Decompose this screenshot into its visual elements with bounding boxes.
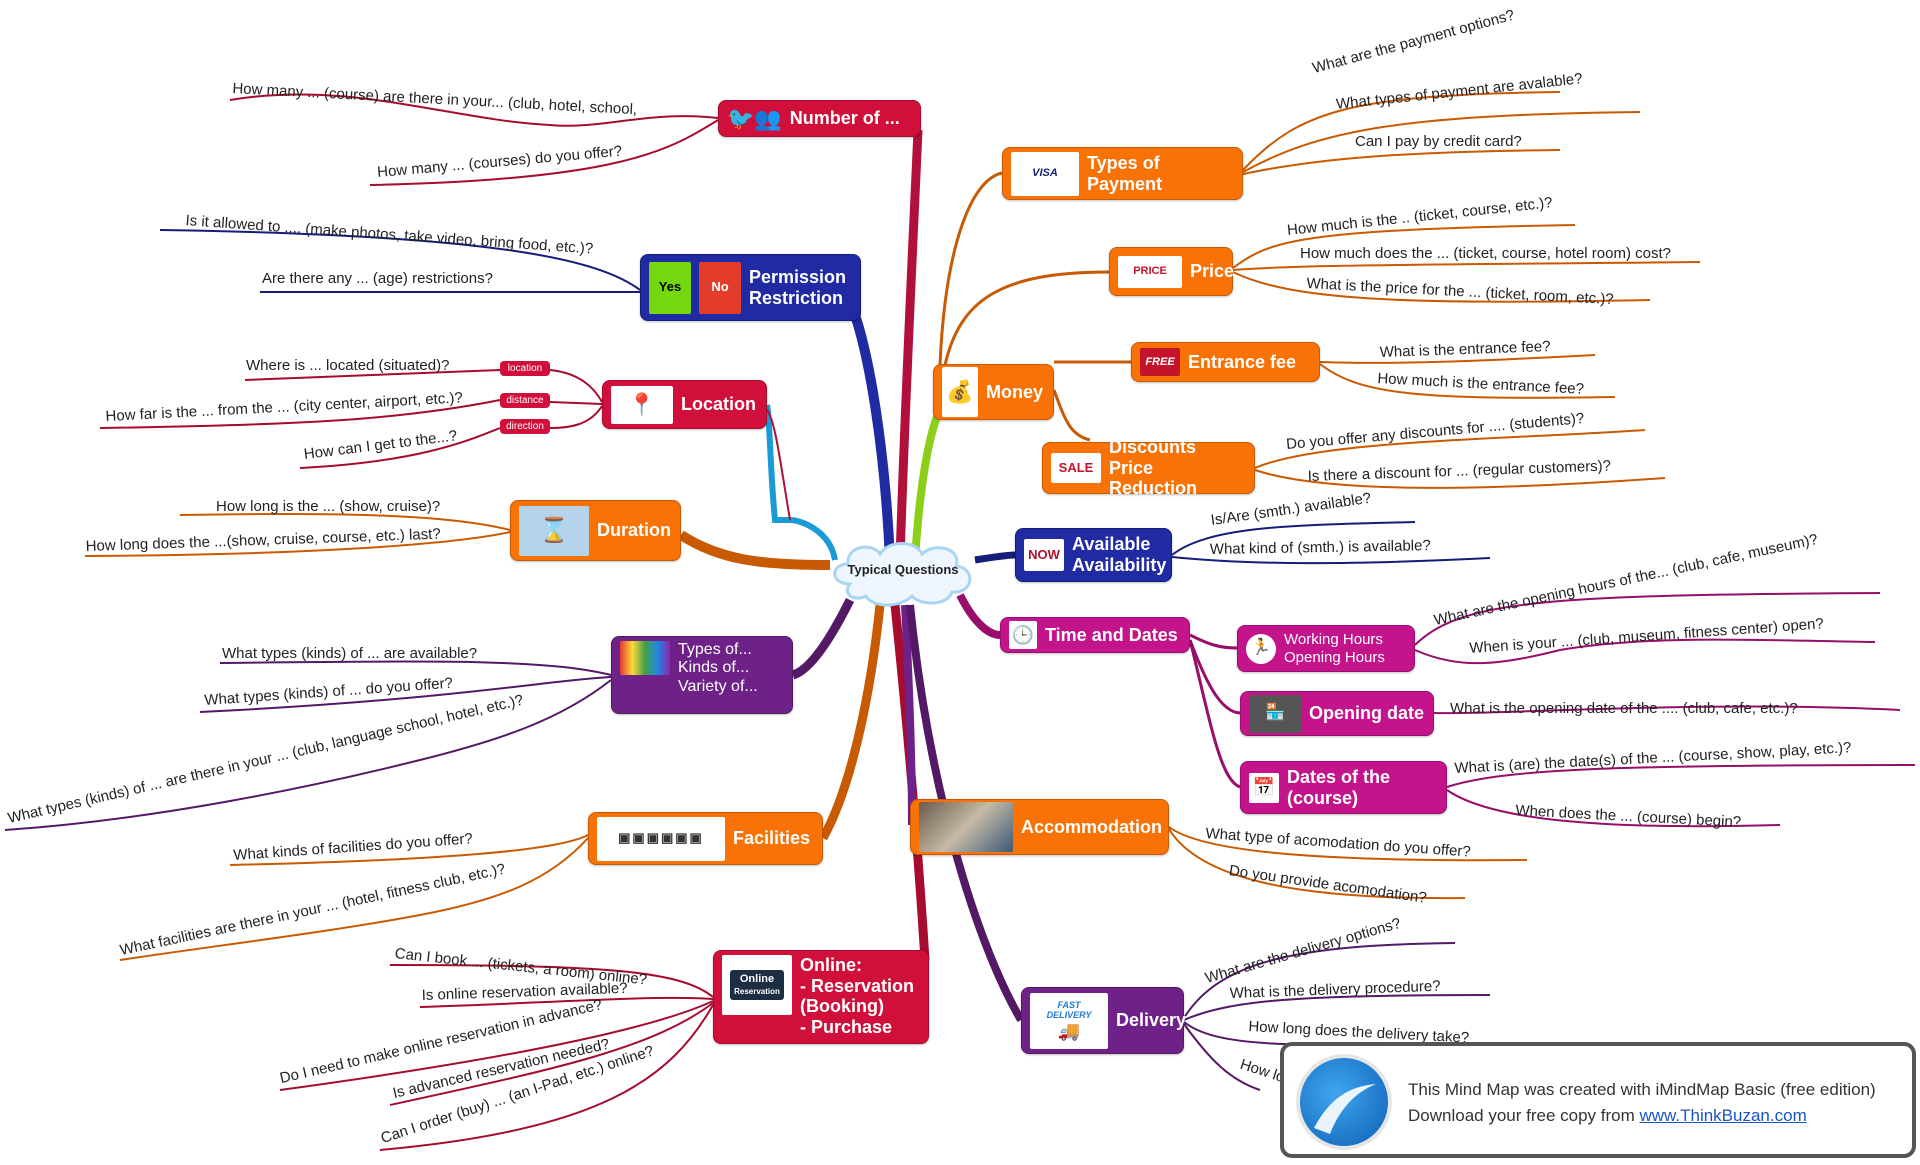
watermark-line1: This Mind Map was created with iMindMap …	[1408, 1080, 1876, 1099]
node-online-label-3: (Booking)	[800, 996, 884, 1017]
node-opening-date-label: Opening date	[1309, 703, 1425, 724]
calendar-icon: 📅	[1249, 772, 1279, 803]
price-tag-icon: PRICE	[1118, 255, 1182, 288]
question-price-2: How much does the ... (ticket, course, h…	[1300, 245, 1671, 262]
node-permission-label-2: Restriction	[749, 287, 844, 308]
imindmap-logo-icon	[1296, 1054, 1392, 1150]
tag-location[interactable]: location	[500, 361, 550, 376]
node-number-of-label: Number of ...	[789, 108, 900, 129]
tag-direction[interactable]: direction	[500, 419, 550, 434]
node-discounts-label-1: Discounts	[1109, 436, 1197, 457]
question-opening-date-1: What is the opening date of the .... (cl…	[1450, 700, 1798, 717]
node-working-hours-label-2: Opening Hours	[1284, 648, 1385, 666]
node-number-of[interactable]: 🐦👥 Number of ...	[718, 100, 921, 137]
delivery-truck-icon: FAST DELIVERY 🚚	[1030, 992, 1108, 1049]
node-working-hours-label-1: Working Hours	[1284, 631, 1383, 649]
central-topic[interactable]: Typical Questions	[828, 536, 978, 608]
node-available[interactable]: NOW Available Availability	[1015, 528, 1172, 582]
question-permission-2: Are there any ... (age) restrictions?	[262, 270, 493, 287]
node-online-label-2: - Reservation	[800, 975, 915, 996]
available-now-icon: NOW	[1024, 539, 1064, 571]
node-available-label-1: Available	[1072, 534, 1151, 555]
node-money-label: Money	[986, 381, 1044, 402]
branch-available	[974, 551, 1016, 564]
thinkbuzan-link[interactable]: www.ThinkBuzan.com	[1640, 1106, 1807, 1125]
branch-duration	[678, 530, 831, 570]
node-facilities-label: Facilities	[733, 828, 811, 849]
node-time-and-dates[interactable]: 🕒 Time and Dates	[1000, 617, 1190, 653]
node-dates-of-course[interactable]: 📅 Dates of the (course)	[1240, 761, 1447, 814]
thumbs-down-no-icon: No	[699, 261, 741, 314]
node-permission[interactable]: Yes No Permission Restriction	[640, 254, 861, 321]
node-entrance-fee[interactable]: FREE Entrance fee	[1131, 342, 1320, 382]
money-bag-icon: 💰	[942, 367, 978, 417]
colorful-yarn-icon	[620, 641, 670, 675]
node-online-label-1: Online:	[800, 955, 862, 975]
watermark-line2: Download your free copy from www.ThinkBu…	[1408, 1106, 1807, 1126]
node-types-label-3: Variety of...	[678, 677, 758, 695]
branch-permission	[850, 313, 895, 561]
node-price-label: Price	[1190, 261, 1235, 282]
node-types-of-payment[interactable]: VISA Types of Payment	[1002, 147, 1243, 200]
imindmap-watermark: This Mind Map was created with iMindMap …	[1280, 1042, 1916, 1158]
node-opening-date[interactable]: 🏪 Opening date	[1240, 691, 1434, 736]
node-online[interactable]: Online Reservation Online: - Reservation…	[713, 950, 929, 1044]
node-dates-label-2: (course)	[1287, 787, 1359, 808]
node-facilities[interactable]: ▣▣▣▣▣▣ Facilities	[588, 812, 823, 865]
watermark-prefix: Download your free copy from	[1408, 1106, 1640, 1125]
node-types-label-1: Types of...	[678, 641, 752, 658]
online-reservation-icon: Online Reservation	[722, 955, 792, 1015]
node-types-of[interactable]: Types of... Kinds of... Variety of...	[611, 636, 793, 714]
running-clock-icon: 🏃	[1246, 633, 1276, 664]
node-accommodation-label: Accommodation	[1021, 816, 1163, 837]
facility-symbols-icon: ▣▣▣▣▣▣	[597, 816, 725, 861]
node-payment-label-1: Types of	[1087, 152, 1160, 173]
node-entrance-fee-label: Entrance fee	[1188, 351, 1297, 372]
clock-icon: 🕒	[1009, 621, 1037, 649]
node-discounts[interactable]: SALE Discounts Price Reduction	[1042, 437, 1255, 498]
question-duration-1: How long is the ... (show, cruise)?	[216, 498, 441, 515]
node-dates-label-1: Dates of the	[1287, 766, 1391, 787]
question-payment-3: Can I pay by credit card?	[1355, 133, 1522, 150]
node-payment-label-2: Payment	[1087, 173, 1163, 194]
credit-cards-icon: VISA	[1011, 151, 1079, 196]
node-time-label: Time and Dates	[1045, 624, 1178, 645]
node-location[interactable]: 📍 Location	[602, 380, 767, 429]
hourglass-icon: ⌛	[519, 505, 589, 556]
node-location-label: Location	[681, 394, 756, 415]
node-delivery[interactable]: FAST DELIVERY 🚚 Delivery	[1021, 987, 1187, 1054]
branch-number-of	[895, 129, 923, 561]
free-entrance-icon: FREE	[1140, 348, 1180, 376]
reservation-icon-text: Reservation	[734, 987, 780, 996]
thumbs-up-yes-icon: Yes	[649, 261, 691, 314]
tag-distance[interactable]: distance	[500, 393, 550, 408]
node-price[interactable]: PRICE Price	[1109, 247, 1235, 296]
node-types-label-2: Kinds of...	[678, 659, 750, 677]
delivery-icon-text: DELIVERY	[1046, 1010, 1092, 1021]
map-pin-icon: 📍	[611, 385, 673, 424]
node-money[interactable]: 💰 Money	[933, 364, 1054, 420]
node-online-label-4: - Purchase	[800, 1017, 893, 1038]
online-icon-text: Online	[739, 972, 775, 985]
node-duration[interactable]: ⌛ Duration	[510, 500, 681, 561]
sale-tag-icon: SALE	[1051, 453, 1101, 483]
question-types-1: What types (kinds) of ... are available?	[222, 645, 478, 662]
branch-location	[764, 404, 838, 561]
node-permission-label-1: Permission	[749, 266, 847, 287]
node-accommodation[interactable]: Accommodation	[910, 799, 1169, 855]
shop-front-icon: 🏪	[1249, 694, 1301, 733]
node-available-label-2: Availability	[1072, 555, 1167, 575]
question-location-1: Where is ... located (situated)?	[246, 357, 450, 374]
node-working-hours[interactable]: 🏃 Working Hours Opening Hours	[1237, 625, 1415, 672]
node-discounts-label-2: Price Reduction	[1109, 457, 1197, 499]
bird-crowd-icon: 🐦👥	[727, 105, 782, 131]
branch-types	[791, 597, 855, 680]
central-topic-label: Typical Questions	[847, 562, 959, 577]
hotel-room-icon	[919, 802, 1013, 852]
node-duration-label: Duration	[597, 520, 671, 541]
node-delivery-label: Delivery	[1116, 1010, 1187, 1031]
fast-icon-text: FAST	[1057, 999, 1081, 1010]
